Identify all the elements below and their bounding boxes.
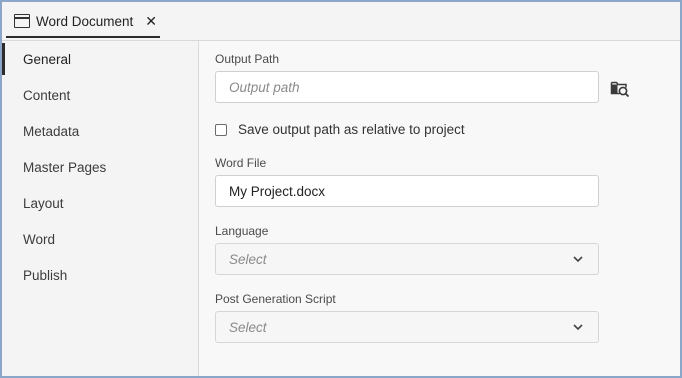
sidebar-item-label: Metadata <box>23 123 80 139</box>
sidebar-item-metadata[interactable]: Metadata <box>2 113 198 149</box>
output-path-placeholder: Output path <box>229 79 300 95</box>
chevron-down-icon <box>573 324 583 331</box>
tab-word-document[interactable]: Word Document ✕ <box>6 6 160 38</box>
post-generation-script-select[interactable]: Select <box>215 311 599 343</box>
sidebar-item-label: General <box>23 51 72 67</box>
sidebar-item-label: Layout <box>23 195 64 211</box>
output-path-input[interactable]: Output path <box>215 71 599 103</box>
output-path-label: Output Path <box>215 52 280 66</box>
sidebar-item-master-pages[interactable]: Master Pages <box>2 149 198 185</box>
sidebar-item-content[interactable]: Content <box>2 77 198 113</box>
sidebar-item-general[interactable]: General <box>2 41 198 77</box>
settings-sidebar: General Content Metadata Master Pages La… <box>2 41 199 376</box>
close-icon[interactable]: ✕ <box>145 14 157 28</box>
sidebar-item-label: Master Pages <box>23 159 107 175</box>
word-file-input[interactable]: My Project.docx <box>215 175 599 207</box>
sidebar-item-label: Publish <box>23 267 68 283</box>
tab-title: Word Document <box>36 13 134 29</box>
folder-search-icon[interactable] <box>610 78 630 98</box>
relative-path-checkbox[interactable] <box>215 123 227 136</box>
sidebar-item-label: Content <box>23 87 71 103</box>
sidebar-item-publish[interactable]: Publish <box>2 257 198 293</box>
post-generation-script-value: Select <box>229 319 267 335</box>
tab-strip: Word Document ✕ <box>2 2 680 41</box>
chevron-down-icon <box>573 256 583 263</box>
language-label: Language <box>215 224 269 238</box>
document-window-icon <box>14 14 30 28</box>
relative-path-checkbox-row[interactable]: Save output path as relative to project <box>215 122 465 137</box>
sidebar-item-label: Word <box>23 231 56 247</box>
sidebar-item-word[interactable]: Word <box>2 221 198 257</box>
relative-path-checkbox-label: Save output path as relative to project <box>238 122 465 137</box>
sidebar-item-layout[interactable]: Layout <box>2 185 198 221</box>
language-select[interactable]: Select <box>215 243 599 275</box>
language-select-value: Select <box>229 251 267 267</box>
word-file-label: Word File <box>215 156 267 170</box>
general-settings-panel: Output Path Output path Save output path… <box>199 41 680 376</box>
word-file-value: My Project.docx <box>229 183 326 199</box>
post-generation-script-label: Post Generation Script <box>215 292 336 306</box>
word-document-window: Word Document ✕ General Content Metadata… <box>0 0 682 378</box>
